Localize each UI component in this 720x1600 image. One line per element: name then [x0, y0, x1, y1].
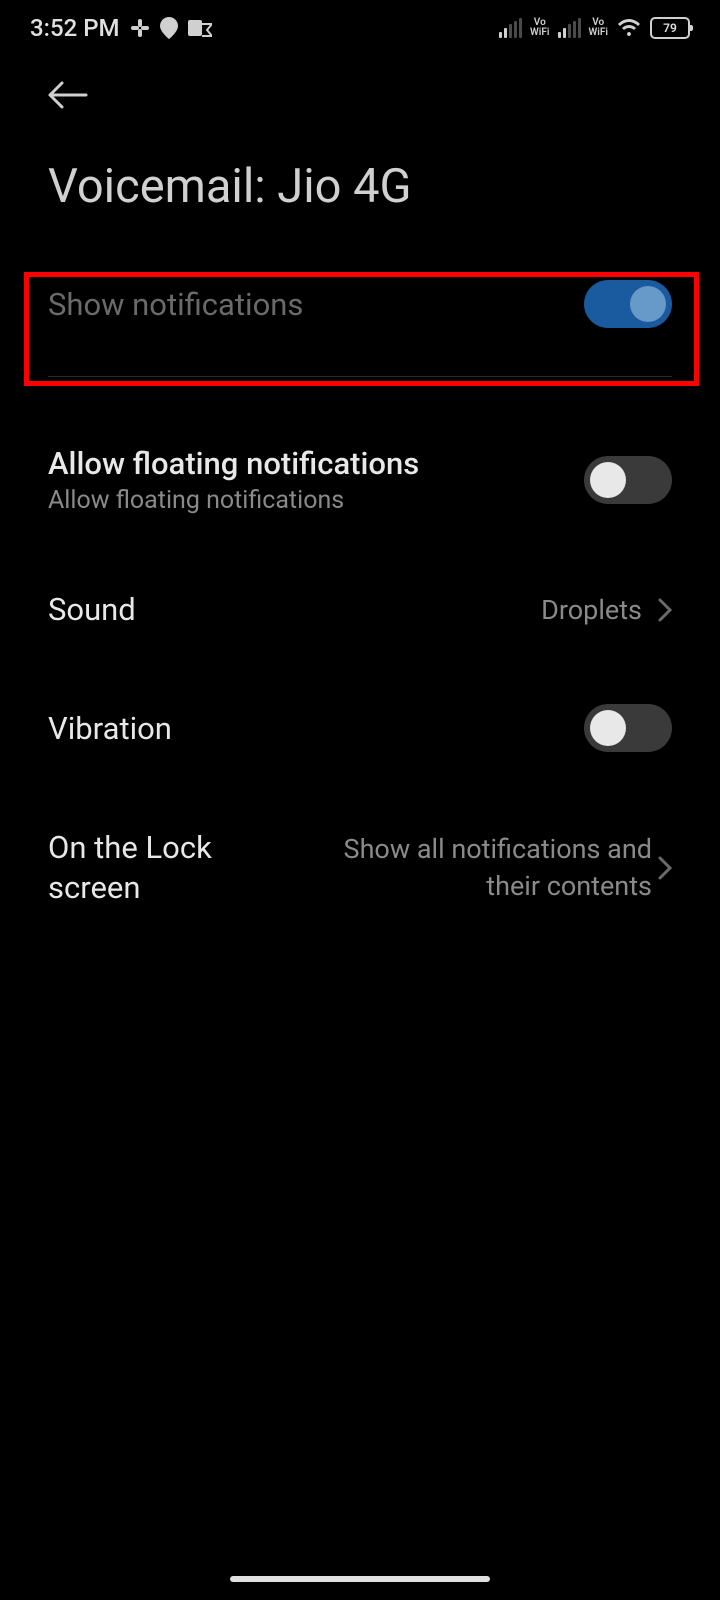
chevron-right-icon [658, 856, 672, 880]
vowifi-label-2: Vo WiFi [589, 18, 608, 38]
sound-value: Droplets [541, 594, 642, 626]
outlook-icon [188, 18, 212, 38]
vowifi-label-1: Vo WiFi [530, 18, 549, 38]
back-button[interactable] [0, 55, 720, 129]
lockscreen-value: Show all notifications and their content… [312, 831, 652, 907]
vibration-label: Vibration [48, 710, 172, 747]
floating-sublabel: Allow floating notifications [48, 486, 584, 515]
slack-icon [130, 18, 150, 38]
home-indicator[interactable] [230, 1576, 490, 1582]
show-notifications-label: Show notifications [48, 286, 303, 323]
floating-label: Allow floating notifications [48, 445, 584, 482]
signal-icon-2 [558, 18, 581, 38]
sound-row[interactable]: Sound Droplets [0, 543, 720, 676]
status-left: 3:52 PM [30, 14, 212, 42]
floating-notifications-row[interactable]: Allow floating notifications Allow float… [0, 417, 720, 543]
lockscreen-row[interactable]: On the Lock screen Show all notification… [0, 780, 720, 937]
page-title: Voicemail: Jio 4G [0, 129, 720, 234]
lockscreen-label: On the Lock screen [48, 828, 248, 909]
signal-icon-1 [499, 18, 522, 38]
status-time: 3:52 PM [30, 14, 120, 42]
status-right: Vo WiFi Vo WiFi 79 [499, 17, 690, 39]
chevron-right-icon [658, 598, 672, 622]
vibration-row[interactable]: Vibration [0, 676, 720, 780]
vibration-toggle[interactable] [584, 704, 672, 752]
battery-icon: 79 [650, 17, 690, 39]
location-icon [160, 17, 178, 39]
sound-label: Sound [48, 591, 136, 628]
show-notifications-row[interactable]: Show notifications [0, 252, 720, 356]
wifi-icon [616, 18, 642, 38]
floating-toggle[interactable] [584, 456, 672, 504]
divider [48, 376, 672, 377]
status-bar: 3:52 PM [0, 0, 720, 55]
show-notifications-toggle[interactable] [584, 280, 672, 328]
